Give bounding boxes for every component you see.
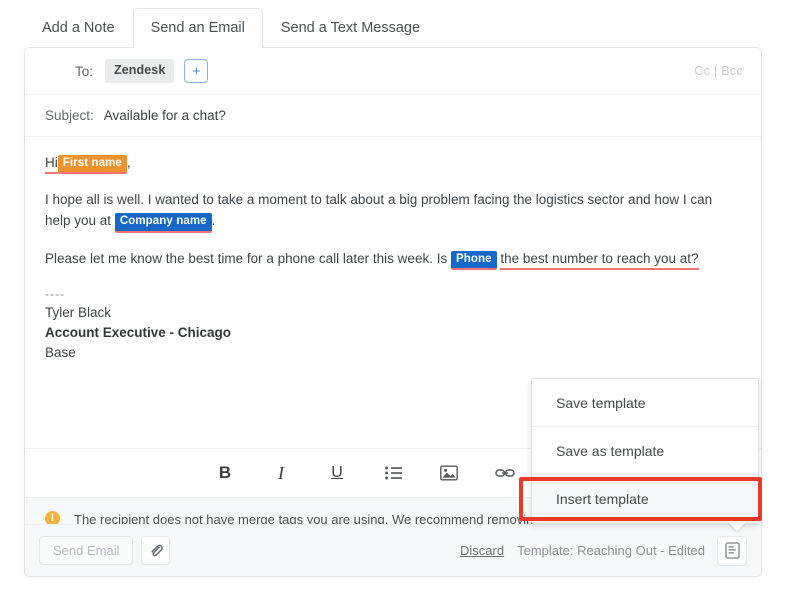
link-icon[interactable] [492,460,518,486]
body-paragraph-1: I hope all is well. I wanted to take a m… [45,190,739,233]
merge-tag-company-name[interactable]: Company name [115,213,212,232]
italic-button[interactable]: I [268,460,294,486]
menu-item-save-as-template[interactable]: Save as template [532,427,758,475]
greeting-suffix: , [127,155,131,170]
send-email-button[interactable]: Send Email [39,536,133,565]
signature-company: Base [45,343,739,363]
image-icon[interactable] [436,460,462,486]
subject-input[interactable]: Available for a chat? [104,108,226,123]
tab-bar: Add a Note Send an Email Send a Text Mes… [0,0,786,48]
body-greeting: HiFirst name, [45,153,739,175]
body-paragraph-2: Please let me know the best time for a p… [45,249,739,271]
composer-footer: Send Email Discard Template: Reaching Ou… [25,524,761,576]
subject-row[interactable]: Subject: Available for a chat? [25,95,761,137]
template-menu-button[interactable] [717,536,747,566]
underline-button[interactable]: U [324,460,350,486]
merge-tag-phone[interactable]: Phone [451,251,497,270]
signature-divider: ---- [45,286,739,303]
paperclip-icon[interactable] [141,536,170,565]
paragraph2-text-part1: Please let me know the best time for a p… [45,251,447,266]
menu-item-insert-template[interactable]: Insert template [532,475,758,523]
signature-title: Account Executive - Chicago [45,323,739,343]
recipient-row: To: Zendesk + Cc | Bcc [25,48,761,95]
footer-right-group: Discard Template: Reaching Out - Edited [460,536,747,566]
paragraph2-text-part2: the best number to reach you at? [500,251,698,270]
subject-label: Subject: [45,108,94,123]
cc-bcc-toggle[interactable]: Cc | Bcc [694,64,743,78]
discard-link[interactable]: Discard [460,543,504,558]
bold-button[interactable]: B [212,460,238,486]
to-label: To: [45,64,93,79]
bulleted-list-icon[interactable] [380,460,406,486]
recipient-chip-zendesk[interactable]: Zendesk [105,59,174,83]
add-recipient-button[interactable]: + [184,59,208,83]
signature-name: Tyler Black [45,303,739,323]
greeting-prefix: Hi [45,155,58,174]
template-dropdown-menu: Save template Save as template Insert te… [531,378,759,524]
dropdown-pointer-arrow [728,522,746,531]
tab-add-a-note[interactable]: Add a Note [24,8,133,49]
menu-item-save-template[interactable]: Save template [532,379,758,427]
tab-send-an-email[interactable]: Send an Email [133,8,263,49]
template-status-label: Template: Reaching Out - Edited [517,543,705,558]
email-signature: ---- Tyler Black Account Executive - Chi… [45,286,739,362]
paragraph1-text-part2: . [212,213,216,228]
email-body-editor[interactable]: HiFirst name, I hope all is well. I want… [25,137,761,393]
merge-tag-first-name[interactable]: First name [58,155,127,174]
tab-send-a-text-message[interactable]: Send a Text Message [263,8,438,49]
